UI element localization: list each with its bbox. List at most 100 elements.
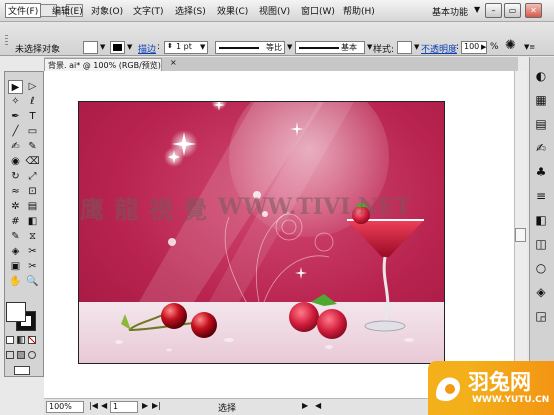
document-tab[interactable]: 背景. ai* @ 100% (RGB/预览) [44,58,162,71]
fill-caret-icon[interactable]: ▼ [100,43,105,51]
color-mode-buttons[interactable] [6,336,38,346]
selection-tool-icon[interactable]: ▶ [8,80,23,94]
pen-tool-icon[interactable]: ✒ [8,110,23,124]
gradient-icon[interactable]: ◧ [533,212,549,228]
draw-modes[interactable] [6,351,36,361]
rotate-tool-icon[interactable]: ↻ [8,170,23,184]
document-title: 背景. ai* @ 100% (RGB/预览) [48,61,161,70]
close-button[interactable]: ✕ [525,3,542,18]
brushes-icon[interactable]: ✍ [533,140,549,156]
opacity-value: 100 [464,42,480,51]
menu-object[interactable]: 对象(O) [91,4,123,17]
fill-color-box[interactable] [83,41,98,54]
rectangle-tool-icon[interactable]: ▭ [25,125,40,139]
restore-button[interactable]: ▭ [504,3,521,18]
brush-definition[interactable]: 基本 [295,41,365,54]
color-icon[interactable] [6,336,14,344]
live-paint-tool-icon[interactable]: ◈ [8,245,23,259]
brand-logo-url: WWW.YUTU.CN [472,395,550,405]
slice-tool-icon[interactable]: ✂ [25,245,40,259]
mesh-tool-icon[interactable]: # [8,215,23,229]
symbols-icon[interactable]: ♣ [533,164,549,180]
blob-brush-tool-icon[interactable]: ◉ [8,155,23,169]
tab-close-icon[interactable]: × [170,58,177,67]
stroke-icon[interactable]: ≡ [533,188,549,204]
symbol-sprayer-tool-icon[interactable]: ✲ [8,200,23,214]
direct-selection-tool-icon[interactable]: ▷ [25,80,40,94]
pencil-tool-icon[interactable]: ✎ [25,140,40,154]
stroke-link[interactable]: 描边 [138,42,156,55]
workspace-caret-icon[interactable]: ▼ [474,5,480,14]
status-menu-icon[interactable]: ▶ [302,401,308,410]
last-page-icon[interactable]: ▶| [152,401,161,410]
stepper-icon[interactable]: ⬍ [167,42,173,50]
page-number[interactable]: 1 [110,401,138,413]
opacity-link[interactable]: 不透明度 [421,42,457,55]
swatches-icon[interactable]: ▤ [533,116,549,132]
draw-inside-icon[interactable] [28,351,36,359]
gradient-tool-icon[interactable]: ◧ [25,215,40,229]
profile-label: 等比 [266,43,282,52]
fill-swatch[interactable] [6,302,26,322]
artboard-tool-icon[interactable]: ▣ [8,260,23,274]
screen-mode-icon[interactable] [14,366,30,375]
first-page-icon[interactable]: |◀ [89,401,98,410]
prev-page-icon[interactable]: ◀ [101,401,107,410]
stroke-color-box[interactable] [110,41,125,54]
menu-help[interactable]: 帮助(H) [343,4,375,17]
transparency-icon[interactable]: ◫ [533,236,549,252]
scale-tool-icon[interactable]: ⤢ [25,170,40,184]
draw-behind-icon[interactable] [17,351,25,359]
magic-wand-tool-icon[interactable]: ✧ [8,95,23,109]
menu-edit[interactable]: 编辑(E) [52,4,83,17]
menu-view[interactable]: 视图(V) [259,4,290,17]
scissors-tool-icon[interactable]: ✂ [25,260,40,274]
eyedropper-tool-icon[interactable]: ✎ [8,230,23,244]
control-menu-icon[interactable]: ▼≡ [524,43,535,51]
variable-width-profile[interactable]: 等比 [215,41,285,54]
hand-tool-icon[interactable]: ✋ [8,275,23,289]
draw-normal-icon[interactable] [6,351,14,359]
watermark-cn: 鹰 龍 視 覺 [80,195,209,224]
color-guide-icon[interactable]: ▦ [533,92,549,108]
eraser-tool-icon[interactable]: ⌫ [25,155,40,169]
none-icon[interactable] [28,336,36,344]
paintbrush-tool-icon[interactable]: ✍ [8,140,23,154]
appearance-icon[interactable]: ○ [533,260,549,276]
stroke-caret-icon[interactable]: ▼ [127,43,132,51]
minimize-button[interactable]: – [485,3,502,18]
free-transform-tool-icon[interactable]: ⊡ [25,185,40,199]
profile-caret-icon[interactable]: ▼ [287,43,292,51]
layers-icon[interactable]: ◲ [533,308,549,324]
graphic-styles-icon[interactable]: ◈ [533,284,549,300]
lasso-tool-icon[interactable]: ℓ [25,95,40,109]
style-caret-icon[interactable]: ▼ [414,43,419,51]
blend-tool-icon[interactable]: ⧖ [25,230,40,244]
menu-effect[interactable]: 效果(C) [217,4,248,17]
color-panel-icon[interactable]: ◐ [533,68,549,84]
menu-type[interactable]: 文字(T) [133,4,164,17]
menu-file[interactable]: 文件(F) [5,3,42,18]
menu-select[interactable]: 选择(S) [175,4,206,17]
stroke-weight-input[interactable]: ⬍ 1 pt ▼ [164,41,208,54]
artboard[interactable] [78,101,445,364]
menu-window[interactable]: 窗口(W) [301,4,335,17]
type-tool-icon[interactable]: T [25,110,40,124]
scroll-left-icon[interactable]: ◀ [315,401,321,410]
stroke-weight-caret-icon[interactable]: ▼ [200,43,205,51]
zoom-level[interactable]: 100% [46,401,84,413]
line-tool-icon[interactable]: ╱ [8,125,23,139]
warp-tool-icon[interactable]: ≈ [8,185,23,199]
vertical-scroll-thumb[interactable] [515,228,526,242]
recolor-artwork-icon[interactable]: ✺ [505,38,516,53]
column-graph-tool-icon[interactable]: ▤ [25,200,40,214]
opacity-caret-icon[interactable]: ▶ [481,43,486,51]
zoom-tool-icon[interactable]: 🔍 [25,275,40,289]
brush-caret-icon[interactable]: ▼ [367,43,372,51]
percent-sign: % [490,42,499,52]
graphic-style-box[interactable] [397,41,412,54]
workspace-switcher[interactable]: 基本功能 [432,5,468,18]
control-bar-grip[interactable] [5,35,8,47]
gradient-mode-icon[interactable] [17,336,25,344]
next-page-icon[interactable]: ▶ [142,401,148,410]
